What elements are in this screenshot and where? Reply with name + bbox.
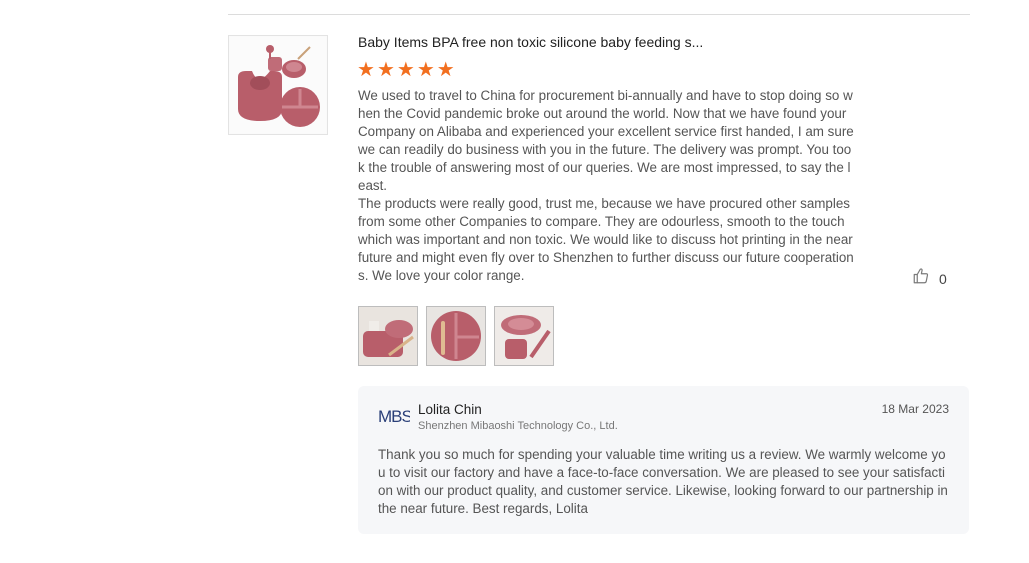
review-photo-2[interactable] [426,306,486,366]
star-icon: ★ [357,59,375,81]
review-photo-1[interactable] [358,306,418,366]
product-title[interactable]: Baby Items BPA free non toxic silicone b… [358,34,703,50]
section-divider [228,14,970,15]
review-paragraph: We used to travel to China for procureme… [358,88,854,193]
reply-text: Thank you so much for spending your valu… [378,447,948,516]
star-icon: ★ [376,59,395,81]
product-thumbnail[interactable] [228,35,328,135]
seller-logo-text: MBS [378,407,410,426]
thumbs-up-icon [912,267,930,290]
rating-stars: ★ ★ ★ ★ ★ [357,60,455,80]
replier-company: Shenzhen Mibaoshi Technology Co., Ltd. [418,420,618,432]
star-icon: ★ [396,59,415,81]
star-icon: ★ [416,59,435,81]
reply-date: 18 Mar 2023 [881,402,949,416]
seller-logo: MBS [378,406,414,431]
star-icon: ★ [436,59,455,81]
product-image [230,37,326,133]
review-photos [358,306,554,366]
like-button[interactable]: 0 [912,267,947,290]
seller-reply: MBS Lolita Chin Shenzhen Mibaoshi Techno… [358,386,969,534]
review-paragraph: The products were really good, trust me,… [358,196,854,283]
replier-name: Lolita Chin [418,402,482,417]
review-text: We used to travel to China for procureme… [358,87,855,285]
like-count: 0 [939,270,947,287]
review-photo-3[interactable] [494,306,554,366]
